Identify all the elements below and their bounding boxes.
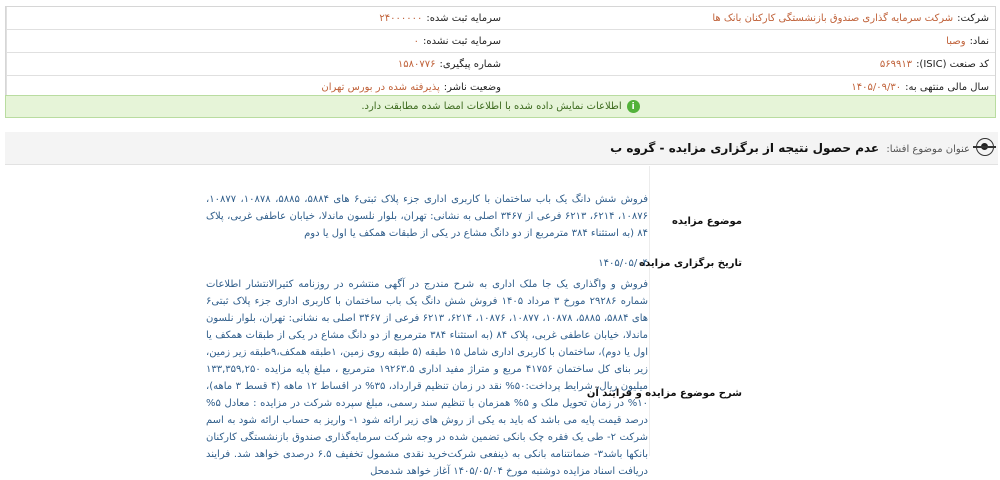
isic-label: کد صنعت (ISIC): <box>916 58 989 70</box>
auction-date-value: ۱۴۰۵/۰۵/۰۴ <box>598 258 648 269</box>
symbol-label: نماد: <box>969 35 989 47</box>
company-value[interactable]: شرکت سرمایه گذاری صندوق بازنشستگی کارکنا… <box>712 13 953 24</box>
info-icon: i <box>626 100 640 113</box>
company-info-table: شرکت: شرکت سرمایه گذاری صندوق بازنشستگی … <box>5 6 996 99</box>
company-label: شرکت: <box>957 12 989 24</box>
registered-capital-cell: سرمایه ثبت شده: ۲۴۰۰۰۰۰۰ <box>6 7 507 29</box>
signature-verified-alert: i اطلاعات نمایش داده شده با اطلاعات امضا… <box>5 95 996 118</box>
auction-subject-label: موضوع مزایده <box>672 216 742 227</box>
unregistered-capital-label: سرمایه ثبت نشده: <box>423 35 501 47</box>
unregistered-capital-cell: سرمایه ثبت نشده: ۰ <box>6 30 507 52</box>
disclosure-subject-label: عنوان موضوع افشا: <box>886 144 970 155</box>
tracking-value: ۱۵۸۰۷۷۶ <box>397 58 436 70</box>
registered-capital-label: سرمایه ثبت شده: <box>426 12 501 24</box>
symbol-value[interactable]: وصبا <box>946 36 965 47</box>
column-divider <box>649 166 650 456</box>
publisher-status-label: وضعیت ناشر: <box>443 81 501 93</box>
disclosure-subject-bar: عنوان موضوع افشا: عدم حصول نتیجه از برگز… <box>5 132 998 165</box>
publisher-status-value: پذیرفته شده در بورس تهران <box>321 81 440 93</box>
unregistered-capital-value: ۰ <box>413 35 420 47</box>
fiscal-year-value: ۱۴۰۵/۰۹/۳۰ <box>851 81 902 93</box>
symbol-cell: نماد: وصبا <box>507 30 995 52</box>
auction-subject-value: فروش شش دانگ یک باب ساختمان با کاربری اد… <box>206 194 649 239</box>
isic-value: ۵۶۹۹۱۳ <box>879 58 913 70</box>
info-row-2: نماد: وصبا سرمایه ثبت نشده: ۰ <box>6 30 995 53</box>
auction-description-label: شرح موضوع مزایده و فرایند آن <box>586 388 742 399</box>
alert-text: اطلاعات نمایش داده شده با اطلاعات امضا ش… <box>361 101 622 112</box>
disclosure-subject: عنوان موضوع افشا: عدم حصول نتیجه از برگز… <box>610 141 970 155</box>
tracking-cell: شماره پیگیری: ۱۵۸۰۷۷۶ <box>6 53 507 75</box>
registered-capital-value: ۲۴۰۰۰۰۰۰ <box>379 12 423 24</box>
isic-cell: کد صنعت (ISIC): ۵۶۹۹۱۳ <box>507 53 995 75</box>
target-icon <box>973 138 996 156</box>
fiscal-year-label: سال مالی منتهی به: <box>905 81 989 93</box>
tracking-label: شماره پیگیری: <box>439 58 501 70</box>
info-row-3: کد صنعت (ISIC): ۵۶۹۹۱۳ شماره پیگیری: ۱۵۸… <box>6 53 995 76</box>
company-cell: شرکت: شرکت سرمایه گذاری صندوق بازنشستگی … <box>507 7 995 29</box>
info-row-1: شرکت: شرکت سرمایه گذاری صندوق بازنشستگی … <box>6 7 995 30</box>
auction-date-label: تاریخ برگزاری مزایده <box>639 258 742 269</box>
disclosure-subject-value: عدم حصول نتیجه از برگزاری مزایده - گروه … <box>610 141 880 155</box>
auction-description-value: فروش و واگذاری یک جا ملک اداری به شرح من… <box>206 279 649 477</box>
